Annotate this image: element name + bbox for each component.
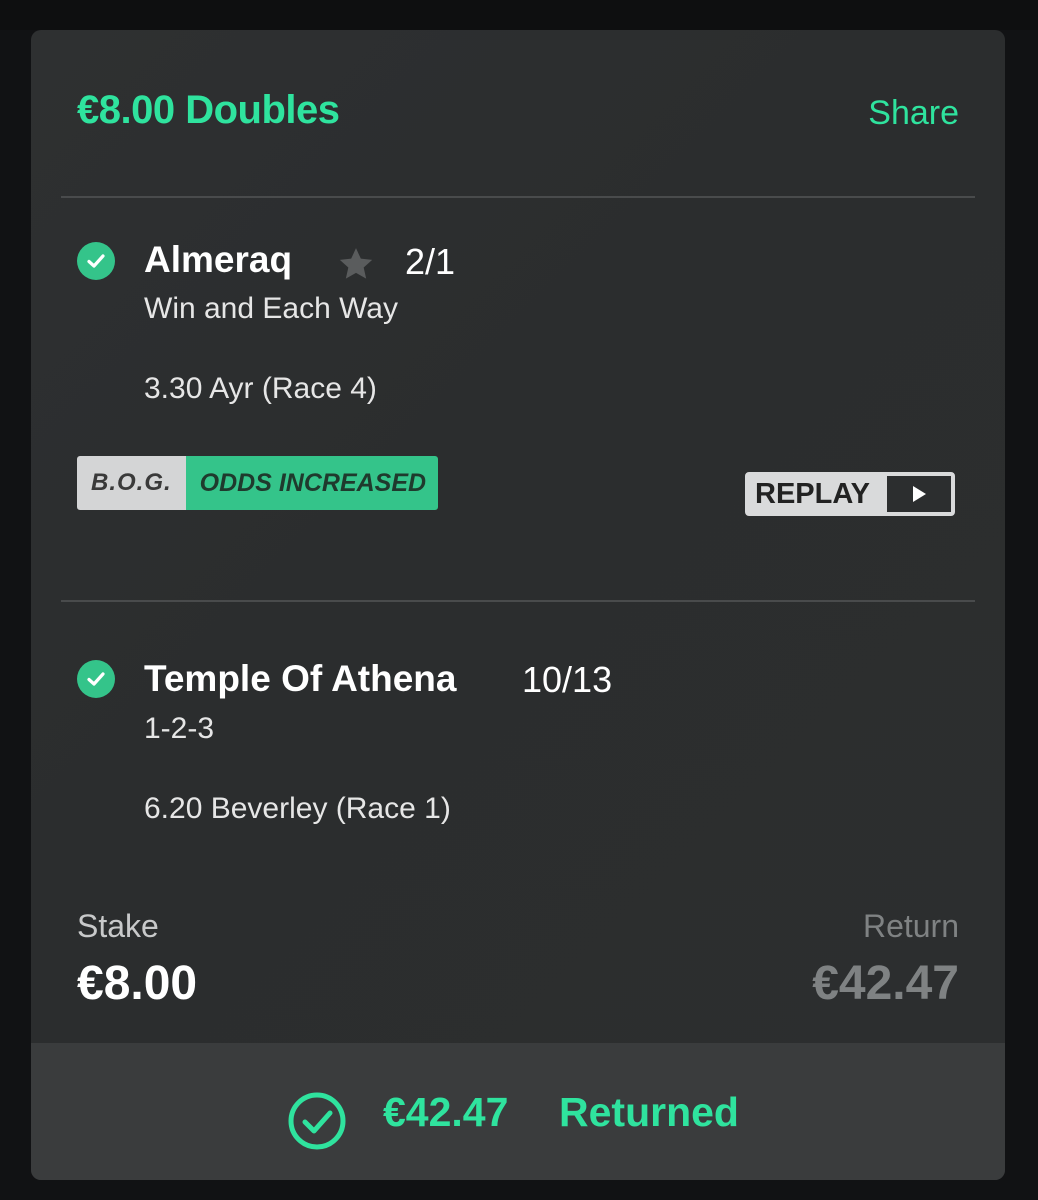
star-icon[interactable] bbox=[336, 244, 376, 284]
returned-banner: €42.47 Returned bbox=[31, 1043, 1005, 1180]
return-label: Return bbox=[862, 908, 959, 944]
check-circle-icon bbox=[77, 660, 115, 698]
selection-name: Temple Of Athena bbox=[144, 658, 457, 699]
divider bbox=[61, 196, 975, 198]
selection-race: 3.30 Ayr (Race 4) bbox=[144, 372, 377, 405]
odds-increased-label: ODDS INCREASED bbox=[185, 456, 439, 510]
bog-label: B.O.G. bbox=[77, 456, 186, 510]
stake-value: €8.00 bbox=[77, 957, 198, 1010]
play-icon bbox=[887, 476, 951, 512]
bet-card: €8.00 Doubles Share Almeraq 2/1 Win and … bbox=[31, 30, 1005, 1180]
replay-button[interactable]: REPLAY bbox=[745, 472, 955, 516]
returned-amount: €42.47 bbox=[383, 1089, 509, 1135]
bet-title: €8.00 Doubles bbox=[77, 88, 340, 132]
share-button[interactable]: Share bbox=[868, 94, 959, 133]
stake-label: Stake bbox=[77, 908, 159, 944]
selection-market: 1-2-3 bbox=[144, 712, 215, 745]
check-circle-outline-icon bbox=[288, 1092, 346, 1150]
selection-race: 6.20 Beverley (Race 1) bbox=[144, 792, 451, 825]
selection-odds: 10/13 bbox=[522, 659, 613, 700]
bog-badge: B.O.G. ODDS INCREASED bbox=[77, 456, 439, 510]
check-circle-icon bbox=[77, 242, 115, 280]
selection-odds: 2/1 bbox=[405, 241, 456, 282]
returned-label: Returned bbox=[559, 1089, 739, 1135]
selection-name: Almeraq bbox=[144, 239, 293, 280]
replay-label: REPLAY bbox=[755, 477, 870, 510]
return-value: €42.47 bbox=[812, 957, 959, 1010]
divider bbox=[61, 600, 975, 602]
bottom-strip bbox=[0, 1180, 1038, 1200]
selection-market: Win and Each Way bbox=[144, 292, 398, 325]
top-strip bbox=[0, 0, 1038, 30]
